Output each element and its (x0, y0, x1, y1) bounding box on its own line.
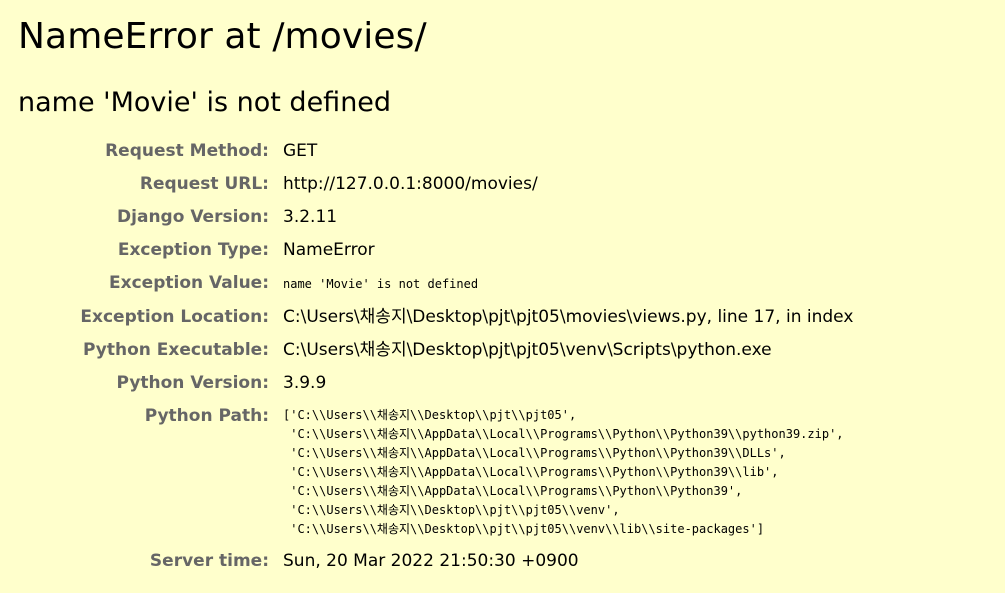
python-path-label: Python Path: (144, 406, 269, 426)
python-path-line: 'C:\\Users\\채송지\\AppData\\Local\\Program… (283, 427, 844, 441)
django-version-label: Django Version: (117, 207, 269, 227)
exception-location-label: Exception Location: (80, 307, 269, 327)
python-path-line: 'C:\\Users\\채송지\\AppData\\Local\\Program… (283, 446, 786, 460)
exception-location-value: C:\Users\채송지\Desktop\pjt\pjt05\movies\vi… (283, 307, 854, 327)
python-path-list: ['C:\\Users\\채송지\\Desktop\\pjt\\pjt05', … (283, 406, 853, 539)
meta-row-server-time: Server time: Sun, 20 Mar 2022 21:50:30 +… (18, 545, 853, 578)
request-method-value: GET (283, 141, 318, 161)
page-title: NameError at /movies/ (18, 16, 427, 57)
meta-row-exception-value: Exception Value: name 'Movie' is not def… (18, 267, 853, 301)
meta-row-python-version: Python Version: 3.9.9 (18, 367, 853, 400)
python-path-value: ['C:\\Users\\채송지\\Desktop\\pjt\\pjt05', … (283, 400, 853, 545)
python-path-line: 'C:\\Users\\채송지\\Desktop\\pjt\\pjt05\\ve… (283, 503, 620, 517)
python-path-line: 'C:\\Users\\채송지\\AppData\\Local\\Program… (283, 484, 743, 498)
server-time-label: Server time: (149, 551, 269, 571)
request-url-value: http://127.0.0.1:8000/movies/ (283, 174, 538, 194)
meta-row-request-method: Request Method: GET (18, 135, 853, 168)
django-version-value: 3.2.11 (283, 207, 338, 227)
meta-row-exception-location: Exception Location: C:\Users\채송지\Desktop… (18, 301, 853, 334)
exception-value-label: Exception Value: (109, 273, 269, 293)
exception-value-text: name 'Movie' is not defined (283, 277, 479, 291)
request-method-label: Request Method: (105, 141, 269, 161)
error-summary: NameError at /movies/ name 'Movie' is no… (0, 0, 1005, 593)
error-message: name 'Movie' is not defined (18, 87, 392, 118)
meta-row-django-version: Django Version: 3.2.11 (18, 201, 853, 234)
python-path-line: ['C:\\Users\\채송지\\Desktop\\pjt\\pjt05', (283, 408, 577, 422)
meta-row-python-path: Python Path: ['C:\\Users\\채송지\\Desktop\\… (18, 400, 853, 545)
meta-row-exception-type: Exception Type: NameError (18, 234, 853, 267)
meta-row-request-url: Request URL: http://127.0.0.1:8000/movie… (18, 168, 853, 201)
exception-type-value: NameError (283, 240, 375, 260)
exception-type-label: Exception Type: (117, 240, 269, 260)
meta-row-python-executable: Python Executable: C:\Users\채송지\Desktop\… (18, 334, 853, 367)
python-path-line: 'C:\\Users\\채송지\\Desktop\\pjt\\pjt05\\ve… (283, 522, 765, 536)
request-url-label: Request URL: (139, 174, 269, 194)
python-executable-label: Python Executable: (83, 340, 269, 360)
python-version-value: 3.9.9 (283, 373, 327, 393)
request-meta-table: Request Method: GET Request URL: http://… (18, 135, 853, 578)
python-version-label: Python Version: (116, 373, 269, 393)
exception-value-value: name 'Movie' is not defined (283, 267, 853, 301)
python-path-line: 'C:\\Users\\채송지\\AppData\\Local\\Program… (283, 465, 779, 479)
python-executable-value: C:\Users\채송지\Desktop\pjt\pjt05\venv\Scri… (283, 340, 772, 360)
server-time-value: Sun, 20 Mar 2022 21:50:30 +0900 (283, 551, 579, 571)
